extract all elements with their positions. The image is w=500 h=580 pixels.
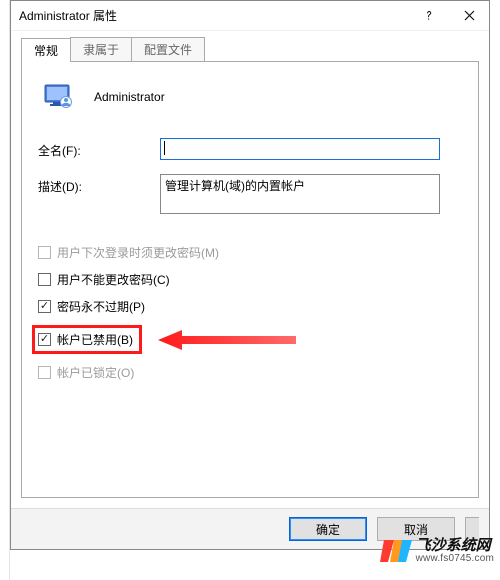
cannot-change-label: 用户不能更改密码(C) (57, 271, 170, 288)
fullname-label: 全名(F): (38, 138, 160, 159)
highlight-annotation: 帐户已禁用(B) (32, 325, 142, 354)
client-area: 常规 隶属于 配置文件 Administrator (11, 31, 489, 508)
disabled-row: 帐户已禁用(B) (32, 325, 462, 354)
fullname-input[interactable] (160, 138, 440, 160)
watermark-text: 飞沙系统网 www.fs0745.com (416, 538, 494, 564)
window-title: Administrator 属性 (19, 7, 117, 24)
locked-row: 帐户已锁定(O) (38, 364, 462, 381)
watermark-name: 飞沙系统网 (416, 538, 494, 554)
cannot-change-checkbox[interactable] (38, 273, 51, 286)
never-expire-row: 密码永不过期(P) (38, 298, 462, 315)
tab-general[interactable]: 常规 (21, 38, 71, 62)
must-change-row: 用户下次登录时须更改密码(M) (38, 244, 462, 261)
description-row: 描述(D): (38, 174, 462, 214)
never-expire-label: 密码永不过期(P) (57, 298, 145, 315)
background-sliver (0, 0, 10, 580)
tab-label: 配置文件 (144, 43, 192, 57)
watermark: 飞沙系统网 www.fs0745.com (378, 534, 494, 568)
description-input[interactable] (160, 174, 440, 214)
cannot-change-row: 用户不能更改密码(C) (38, 271, 462, 288)
button-label: 确定 (316, 521, 340, 538)
close-button[interactable] (449, 1, 489, 31)
help-button[interactable] (409, 1, 449, 31)
watermark-url: www.fs0745.com (416, 554, 494, 565)
description-label: 描述(D): (38, 174, 160, 195)
account-name: Administrator (94, 90, 165, 104)
text-caret (164, 141, 165, 155)
never-expire-checkbox[interactable] (38, 300, 51, 313)
account-disabled-label: 帐户已禁用(B) (57, 331, 133, 348)
titlebar: Administrator 属性 (11, 1, 489, 31)
properties-dialog: Administrator 属性 常规 隶属于 配置文件 (10, 0, 490, 550)
tab-profile[interactable]: 配置文件 (131, 37, 205, 61)
user-monitor-icon (42, 80, 76, 114)
must-change-checkbox (38, 246, 51, 259)
account-disabled-checkbox[interactable] (38, 333, 51, 346)
tab-panel-general: Administrator 全名(F): 描述(D): 用户下次登录时须更改密码… (21, 61, 479, 498)
help-icon (423, 10, 435, 22)
locked-label: 帐户已锁定(O) (57, 364, 134, 381)
must-change-label: 用户下次登录时须更改密码(M) (57, 244, 219, 261)
window-controls (409, 1, 489, 31)
tab-label: 常规 (34, 44, 58, 58)
arrow-annotation (158, 328, 298, 352)
close-icon (464, 10, 475, 21)
tab-label: 隶属于 (83, 43, 119, 57)
fullname-row: 全名(F): (38, 138, 462, 160)
locked-checkbox (38, 366, 51, 379)
account-header: Administrator (42, 80, 462, 114)
tab-strip: 常规 隶属于 配置文件 (21, 39, 479, 61)
watermark-logo-icon (378, 534, 412, 568)
ok-button[interactable]: 确定 (289, 517, 367, 541)
tab-member-of[interactable]: 隶属于 (70, 37, 132, 61)
